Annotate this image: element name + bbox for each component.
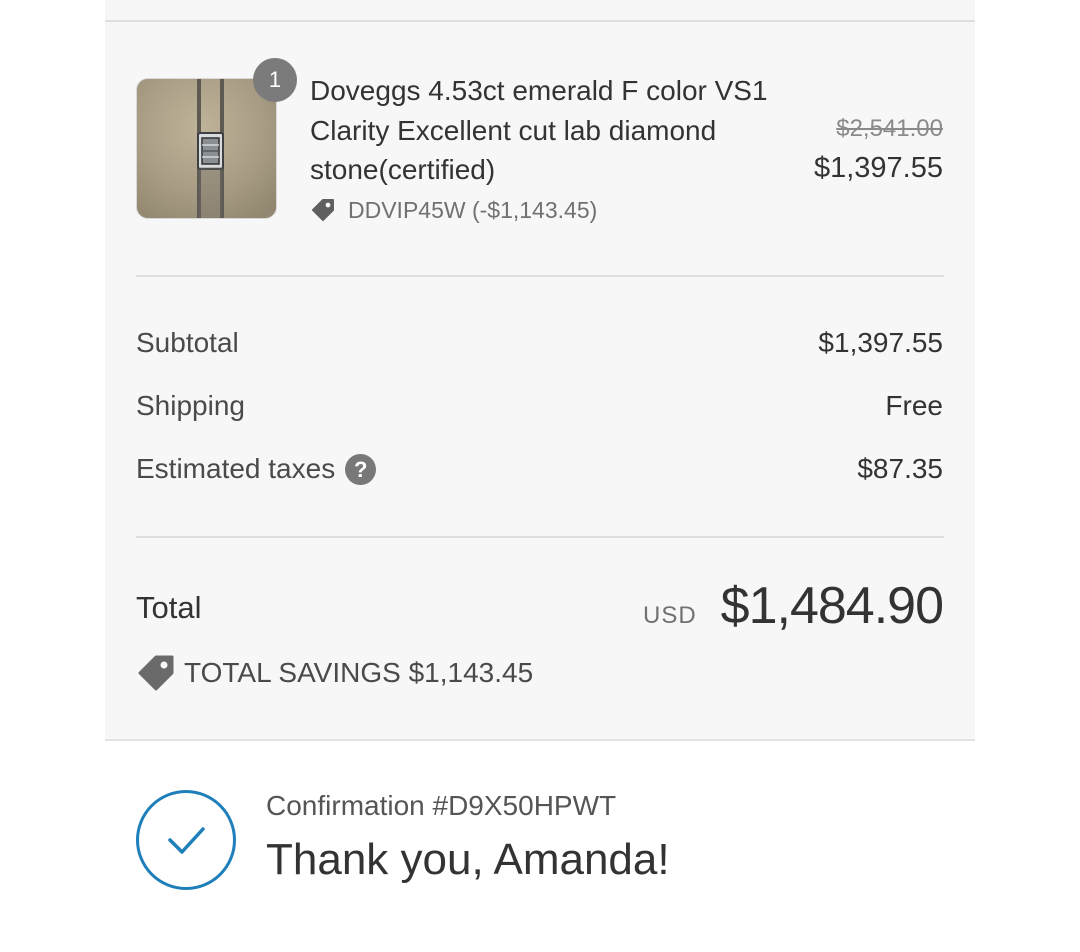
quantity-badge: 1 [253,58,297,102]
discount-code-text: DDVIP45W (-$1,143.45) [348,196,598,223]
confirmation-number: Confirmation #D9X50HPWT [266,790,617,821]
diamond-in-tweezers-icon [137,79,276,218]
total-currency: USD [642,602,697,629]
tag-icon [312,199,334,221]
total-savings-text: TOTAL SAVINGS $1,143.45 [184,657,534,688]
estimated-taxes-value: $87.35 [857,453,943,484]
total-savings-row: TOTAL SAVINGS $1,143.45 [136,653,533,693]
divider [105,20,975,22]
total-amount: USD $1,484.90 [642,576,944,636]
product-title: Doveggs 4.53ct emerald F color VS1 Clari… [310,75,768,185]
original-price: $2,541.00 [836,115,943,142]
product-thumbnail [136,78,277,219]
checkmark-icon [168,827,205,854]
order-status-page: 1 Doveggs 4.53ct emerald F color VS1 Cla… [0,0,1080,952]
subtotal-value: $1,397.55 [818,327,943,358]
question-help-icon[interactable]: ? [345,453,377,485]
estimated-taxes-row: Estimated taxes ? [136,453,377,485]
shipping-label: Shipping [136,390,245,421]
total-value: $1,484.90 [720,577,944,635]
tag-icon [138,655,174,691]
discounted-price: $1,397.55 [813,152,943,184]
order-summary-panel: 1 Doveggs 4.53ct emerald F color VS1 Cla… [105,0,975,741]
subtotal-label: Subtotal [136,327,239,358]
check-circle-icon [136,790,236,890]
discount-code-row: DDVIP45W (-$1,143.45) [310,195,597,225]
total-label: Total [136,590,202,625]
divider [136,275,944,277]
divider [136,536,944,538]
shipping-value: Free [885,390,943,421]
thank-you-heading: Thank you, Amanda! [266,835,670,884]
estimated-taxes-label: Estimated taxes [136,453,336,484]
